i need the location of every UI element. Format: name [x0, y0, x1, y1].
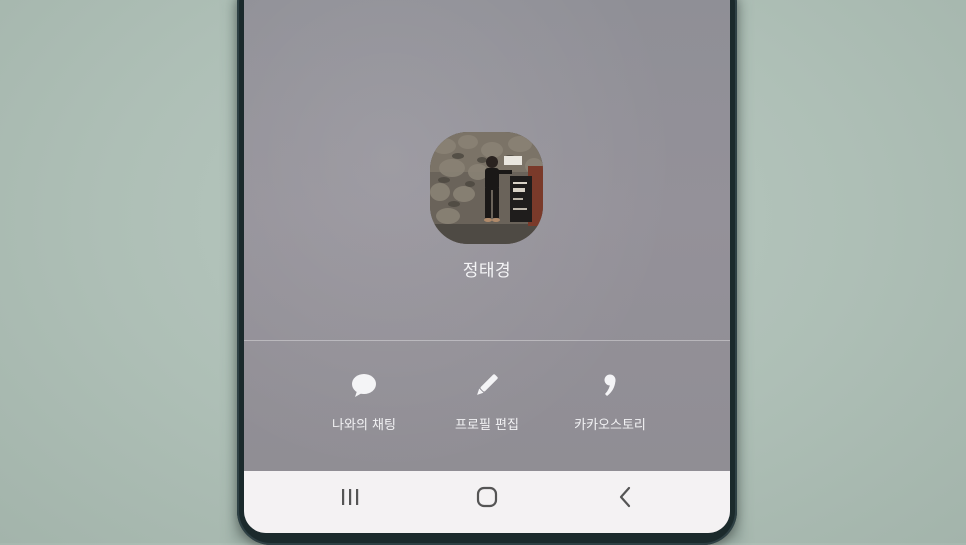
- system-navigation-bar: [244, 471, 730, 533]
- kakaostory-label: 카카오스토리: [574, 418, 646, 433]
- recents-icon: [342, 489, 359, 505]
- profile-screen: 정태경 나와의 채팅 프로필 편집 카카오스토리: [244, 0, 730, 533]
- back-button[interactable]: [606, 485, 646, 519]
- kakaostory-button[interactable]: 카카오스토리: [540, 370, 680, 440]
- my-chat-label: 나와의 채팅: [332, 418, 396, 433]
- comma-icon: [604, 374, 616, 396]
- home-button[interactable]: [467, 485, 507, 519]
- divider: [244, 340, 730, 341]
- pencil-icon: [477, 374, 498, 395]
- chat-bubble-icon: [352, 374, 376, 397]
- my-chat-button[interactable]: 나와의 채팅: [294, 370, 434, 440]
- back-icon: [619, 486, 631, 508]
- edit-profile-label: 프로필 편집: [455, 418, 519, 433]
- edit-profile-button[interactable]: 프로필 편집: [417, 370, 557, 440]
- home-icon: [476, 486, 498, 508]
- profile-avatar[interactable]: [430, 132, 543, 244]
- recents-button[interactable]: [330, 485, 370, 519]
- avatar-photo: [430, 132, 543, 244]
- profile-name: 정태경: [462, 261, 512, 281]
